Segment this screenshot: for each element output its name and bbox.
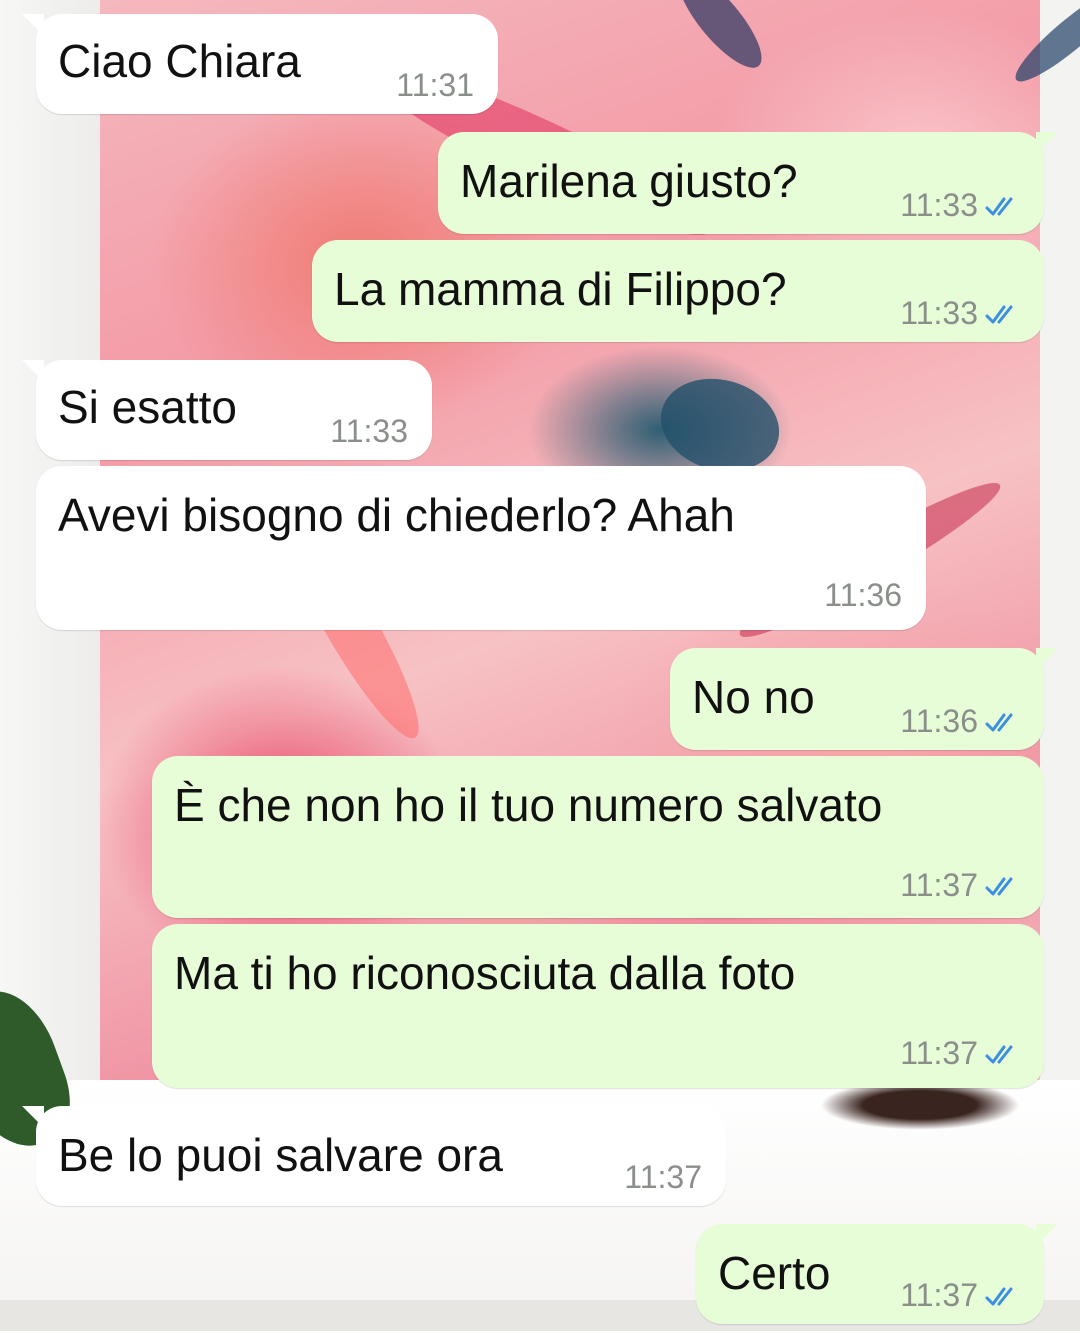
message-time: 11:33 <box>900 295 978 331</box>
read-ticks-icon <box>985 1287 1013 1305</box>
message-bubble-outgoing[interactable]: No no 11:36 <box>670 648 1058 750</box>
message-text: Certo <box>718 1247 831 1299</box>
bubble-tail <box>22 360 44 382</box>
bubble-tail <box>22 1106 44 1128</box>
message-time: 11:33 <box>900 187 978 223</box>
message-bubble-outgoing[interactable]: Certo 11:37 <box>696 1224 1058 1324</box>
message-time: 11:37 <box>900 867 978 903</box>
message-meta: 11:36 <box>900 703 1022 740</box>
read-ticks-icon <box>985 877 1013 895</box>
message-meta: 11:37 <box>900 1277 1022 1314</box>
message-time: 11:33 <box>330 413 408 449</box>
message-text: È che non ho il tuo numero salvato <box>174 779 883 831</box>
message-text: Marilena giusto? <box>460 155 798 207</box>
message-time: 11:37 <box>900 1277 978 1313</box>
read-ticks-icon <box>985 713 1013 731</box>
message-time: 11:36 <box>824 577 902 613</box>
chat-messages[interactable]: Ciao Chiara 11:31 Marilena giusto? 11:33… <box>0 0 1080 1331</box>
message-text: Ciao Chiara <box>58 35 301 87</box>
read-ticks-icon <box>985 305 1013 323</box>
read-ticks-icon <box>985 1045 1013 1063</box>
message-bubble-incoming[interactable]: Si esatto 11:33 <box>22 360 432 460</box>
message-text: Ma ti ho riconosciuta dalla foto <box>174 947 796 999</box>
message-bubble-outgoing[interactable]: È che non ho il tuo numero salvato 11:37 <box>152 756 1044 918</box>
bubble-tail <box>22 14 44 36</box>
message-meta: 11:36 <box>824 577 902 614</box>
bubble-tail <box>1036 132 1058 154</box>
message-bubble-outgoing[interactable]: Ma ti ho riconosciuta dalla foto 11:37 <box>152 924 1044 1088</box>
bubble-tail <box>1036 648 1058 670</box>
message-meta: 11:37 <box>900 1035 1022 1072</box>
message-time: 11:37 <box>624 1159 702 1195</box>
message-bubble-outgoing[interactable]: Marilena giusto? 11:33 <box>438 132 1058 234</box>
message-meta: 11:31 <box>396 67 474 104</box>
bubble-tail <box>1036 1224 1058 1246</box>
message-bubble-incoming[interactable]: Be lo puoi salvare ora 11:37 <box>22 1106 726 1206</box>
message-text: Si esatto <box>58 381 237 433</box>
message-bubble-incoming[interactable]: Ciao Chiara 11:31 <box>22 14 498 114</box>
message-meta: 11:33 <box>900 295 1022 332</box>
message-meta: 11:33 <box>330 413 408 450</box>
message-text: Avevi bisogno di chiederlo? Ahah <box>58 489 735 541</box>
read-ticks-icon <box>985 197 1013 215</box>
message-time: 11:36 <box>900 703 978 739</box>
message-text: La mamma di Filippo? <box>334 263 787 315</box>
message-meta: 11:37 <box>900 867 1022 904</box>
message-bubble-outgoing[interactable]: La mamma di Filippo? 11:33 <box>312 240 1044 342</box>
message-meta: 11:37 <box>624 1159 702 1196</box>
message-text: No no <box>692 671 815 723</box>
message-time: 11:37 <box>900 1035 978 1071</box>
message-text: Be lo puoi salvare ora <box>58 1129 503 1181</box>
message-bubble-incoming[interactable]: Avevi bisogno di chiederlo? Ahah 11:36 <box>36 466 926 630</box>
message-time: 11:31 <box>396 67 474 103</box>
message-meta: 11:33 <box>900 187 1022 224</box>
